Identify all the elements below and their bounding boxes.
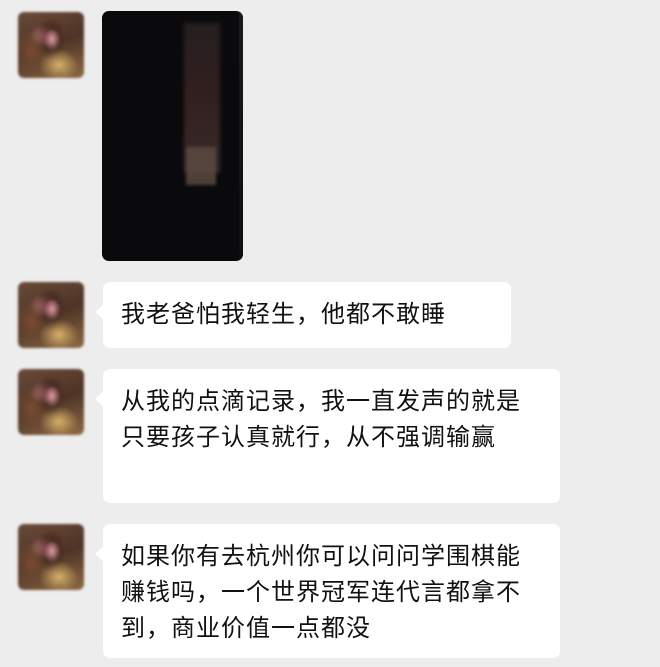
video-edge [239,11,243,261]
message-bubble[interactable]: 从我的点滴记录，我一直发声的就是只要孩子认真就行，从不强调输赢 [95,369,560,503]
avatar-face [44,300,60,320]
message-text: 如果你有去杭州你可以问问学围棋能赚钱吗，一个世界冠军连代言都拿不到，商业价值一点… [121,542,521,642]
sender-avatar[interactable] [18,524,84,590]
sender-avatar[interactable] [18,369,84,435]
message-bubble[interactable]: 如果你有去杭州你可以问问学围棋能赚钱吗，一个世界冠军连代言都拿不到，商业价值一点… [95,524,560,658]
message-text: 从我的点滴记录，我一直发声的就是只要孩子认真就行，从不强调输赢 [121,387,521,451]
video-message-thumbnail[interactable] [102,11,243,261]
avatar-face [44,30,60,50]
message-bubble[interactable]: 我老爸怕我轻生，他都不敢睡 [95,282,511,348]
sender-avatar[interactable] [18,12,84,78]
avatar-face [44,542,60,562]
message-text: 我老爸怕我轻生，他都不敢睡 [121,300,446,328]
avatar-face [44,387,60,407]
video-scene-object [186,147,216,185]
sender-avatar[interactable] [18,282,84,348]
